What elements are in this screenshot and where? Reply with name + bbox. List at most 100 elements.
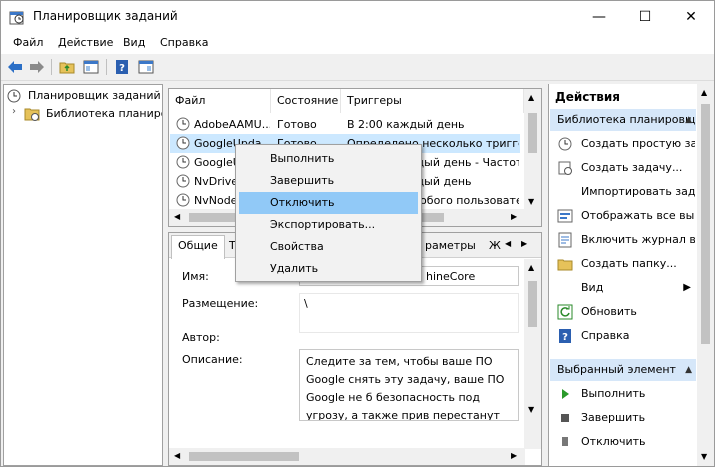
context-run[interactable]: Выполнить — [239, 148, 418, 170]
scroll-right-icon[interactable]: ▶ — [511, 212, 517, 221]
task-scheduler-app-icon — [9, 11, 24, 25]
svg-text:?: ? — [119, 63, 125, 74]
scroll-down-icon[interactable]: ▼ — [701, 452, 707, 461]
menu-file[interactable]: Файл — [13, 36, 43, 49]
close-button[interactable]: ✕ — [668, 1, 714, 32]
action-enable-history[interactable]: Включить журнал всех заданий — [549, 228, 695, 252]
scroll-up-icon[interactable]: ▲ — [528, 263, 534, 272]
scroll-thumb[interactable] — [701, 104, 710, 344]
action-create-task[interactable]: Создать задачу... — [549, 156, 695, 180]
refresh-icon — [557, 304, 573, 320]
expand-chevron-icon[interactable]: › — [12, 106, 16, 117]
action-label: Отключить — [581, 435, 646, 448]
help-icon: ? — [559, 329, 571, 343]
back-button[interactable] — [6, 58, 24, 76]
task-row[interactable]: AdobeAAMU... Готово В 2:00 каждый день — [170, 115, 520, 134]
scroll-down-icon[interactable]: ▼ — [528, 197, 534, 206]
tab-log[interactable]: Ж — [483, 236, 507, 258]
submenu-arrow-icon: ▶ — [683, 282, 691, 293]
task-clock-icon — [176, 193, 190, 207]
history-log-icon — [558, 232, 572, 248]
context-export[interactable]: Экспортировать... — [239, 214, 418, 236]
tree-item-library-label: Библиотека планировщика заданий — [46, 107, 162, 120]
action-disable[interactable]: Отключить — [549, 430, 695, 454]
task-list-vertical-scrollbar[interactable]: ▲ ▼ — [524, 89, 541, 226]
scroll-left-icon[interactable]: ◀ — [174, 451, 180, 460]
action-label: Отображать все выполняемые задачи — [581, 209, 695, 222]
location-label: Размещение: — [182, 297, 259, 310]
maximize-icon: ☐ — [638, 8, 652, 25]
action-view[interactable]: Вид ▶ — [549, 276, 695, 300]
svg-text:?: ? — [562, 332, 568, 343]
context-delete[interactable]: Удалить — [239, 258, 418, 280]
task-trigger: В 2:00 каждый день — [347, 118, 465, 131]
tab-general[interactable]: Общие — [171, 235, 225, 259]
show-hide-action-pane-button[interactable] — [137, 58, 155, 76]
action-label: Создать простую задачу... — [581, 137, 695, 150]
actions-section-library[interactable]: Библиотека планировщика заданий ▲ — [550, 109, 696, 131]
action-help[interactable]: ? Справка — [549, 324, 695, 348]
scroll-thumb[interactable] — [528, 281, 537, 327]
context-end[interactable]: Завершить — [239, 170, 418, 192]
actions-title: Действия — [555, 90, 621, 104]
action-create-basic-task[interactable]: Создать простую задачу... — [549, 132, 695, 156]
action-refresh[interactable]: Обновить — [549, 300, 695, 324]
name-label: Имя: — [182, 270, 209, 283]
action-import-task[interactable]: Импортировать задачу... — [549, 180, 695, 204]
action-new-folder[interactable]: Создать папку... — [549, 252, 695, 276]
name-value-text: hineCore — [426, 270, 476, 283]
description-label: Описание: — [182, 353, 243, 366]
action-display-running-tasks[interactable]: Отображать все выполняемые задачи — [549, 204, 695, 228]
location-value: \ — [299, 293, 519, 333]
scroll-right-icon[interactable]: ▶ — [511, 451, 517, 460]
scroll-thumb[interactable] — [528, 113, 537, 153]
up-folder-button[interactable] — [58, 58, 76, 76]
new-folder-icon — [557, 259, 573, 271]
scroll-down-icon[interactable]: ▼ — [528, 405, 534, 414]
column-header-file[interactable]: Файл — [169, 89, 271, 113]
library-folder-icon — [24, 108, 40, 121]
action-label: Завершить — [581, 411, 646, 424]
close-icon: ✕ — [685, 8, 697, 25]
column-header-state[interactable]: Состояние — [271, 89, 341, 113]
actions-section-selected-label: Выбранный элемент — [557, 363, 676, 376]
detail-vertical-scrollbar[interactable]: ▲ ▼ — [524, 259, 541, 449]
forward-button[interactable] — [28, 58, 46, 76]
context-menu: Выполнить Завершить Отключить Экспортиро… — [235, 144, 422, 282]
actions-section-selected[interactable]: Выбранный элемент ▲ — [550, 359, 696, 381]
tab-scroll-right-icon[interactable]: ▶ — [521, 239, 527, 248]
menu-help[interactable]: Справка — [160, 36, 208, 49]
context-disable[interactable]: Отключить — [239, 192, 418, 214]
folder-up-icon — [59, 62, 75, 74]
help-button[interactable]: ? — [113, 58, 131, 76]
scroll-left-icon[interactable]: ◀ — [174, 212, 180, 221]
action-run[interactable]: Выполнить — [549, 382, 695, 406]
scroll-up-icon[interactable]: ▲ — [701, 88, 707, 97]
tree-root-label: Планировщик заданий (Локальный) — [28, 89, 162, 102]
actions-scrollbar[interactable]: ▲ ▼ — [697, 84, 714, 466]
task-clock-icon — [176, 136, 190, 150]
scroll-up-icon[interactable]: ▲ — [528, 93, 534, 102]
collapse-icon[interactable]: ▲ — [685, 359, 692, 381]
tab-scroll-left-icon[interactable]: ◀ — [505, 239, 511, 248]
show-hide-console-tree-button[interactable] — [82, 58, 100, 76]
maximize-button[interactable]: ☐ — [622, 1, 668, 32]
collapse-icon[interactable]: ▲ — [685, 109, 692, 131]
tree-item-library[interactable]: › Библиотека планировщика заданий — [6, 105, 162, 123]
tab-parameters[interactable]: раметры — [419, 236, 482, 258]
detail-horizontal-scrollbar[interactable]: ◀ ▶ — [169, 448, 525, 465]
column-header-triggers[interactable]: Триггеры — [341, 89, 524, 113]
scroll-thumb[interactable] — [189, 452, 299, 461]
tree-root[interactable]: Планировщик заданий (Локальный) — [6, 87, 162, 105]
minimize-button[interactable]: — — [576, 1, 622, 32]
back-arrow-icon — [8, 61, 22, 73]
menu-action[interactable]: Действие — [58, 36, 113, 49]
create-task-icon — [558, 161, 572, 175]
running-tasks-icon — [557, 209, 573, 223]
context-properties[interactable]: Свойства — [239, 236, 418, 258]
action-end[interactable]: Завершить — [549, 406, 695, 430]
menu-view[interactable]: Вид — [123, 36, 145, 49]
actions-pane: Действия Библиотека планировщика заданий… — [548, 84, 714, 466]
minimize-icon: — — [592, 8, 606, 25]
toolbar-separator — [51, 59, 52, 75]
